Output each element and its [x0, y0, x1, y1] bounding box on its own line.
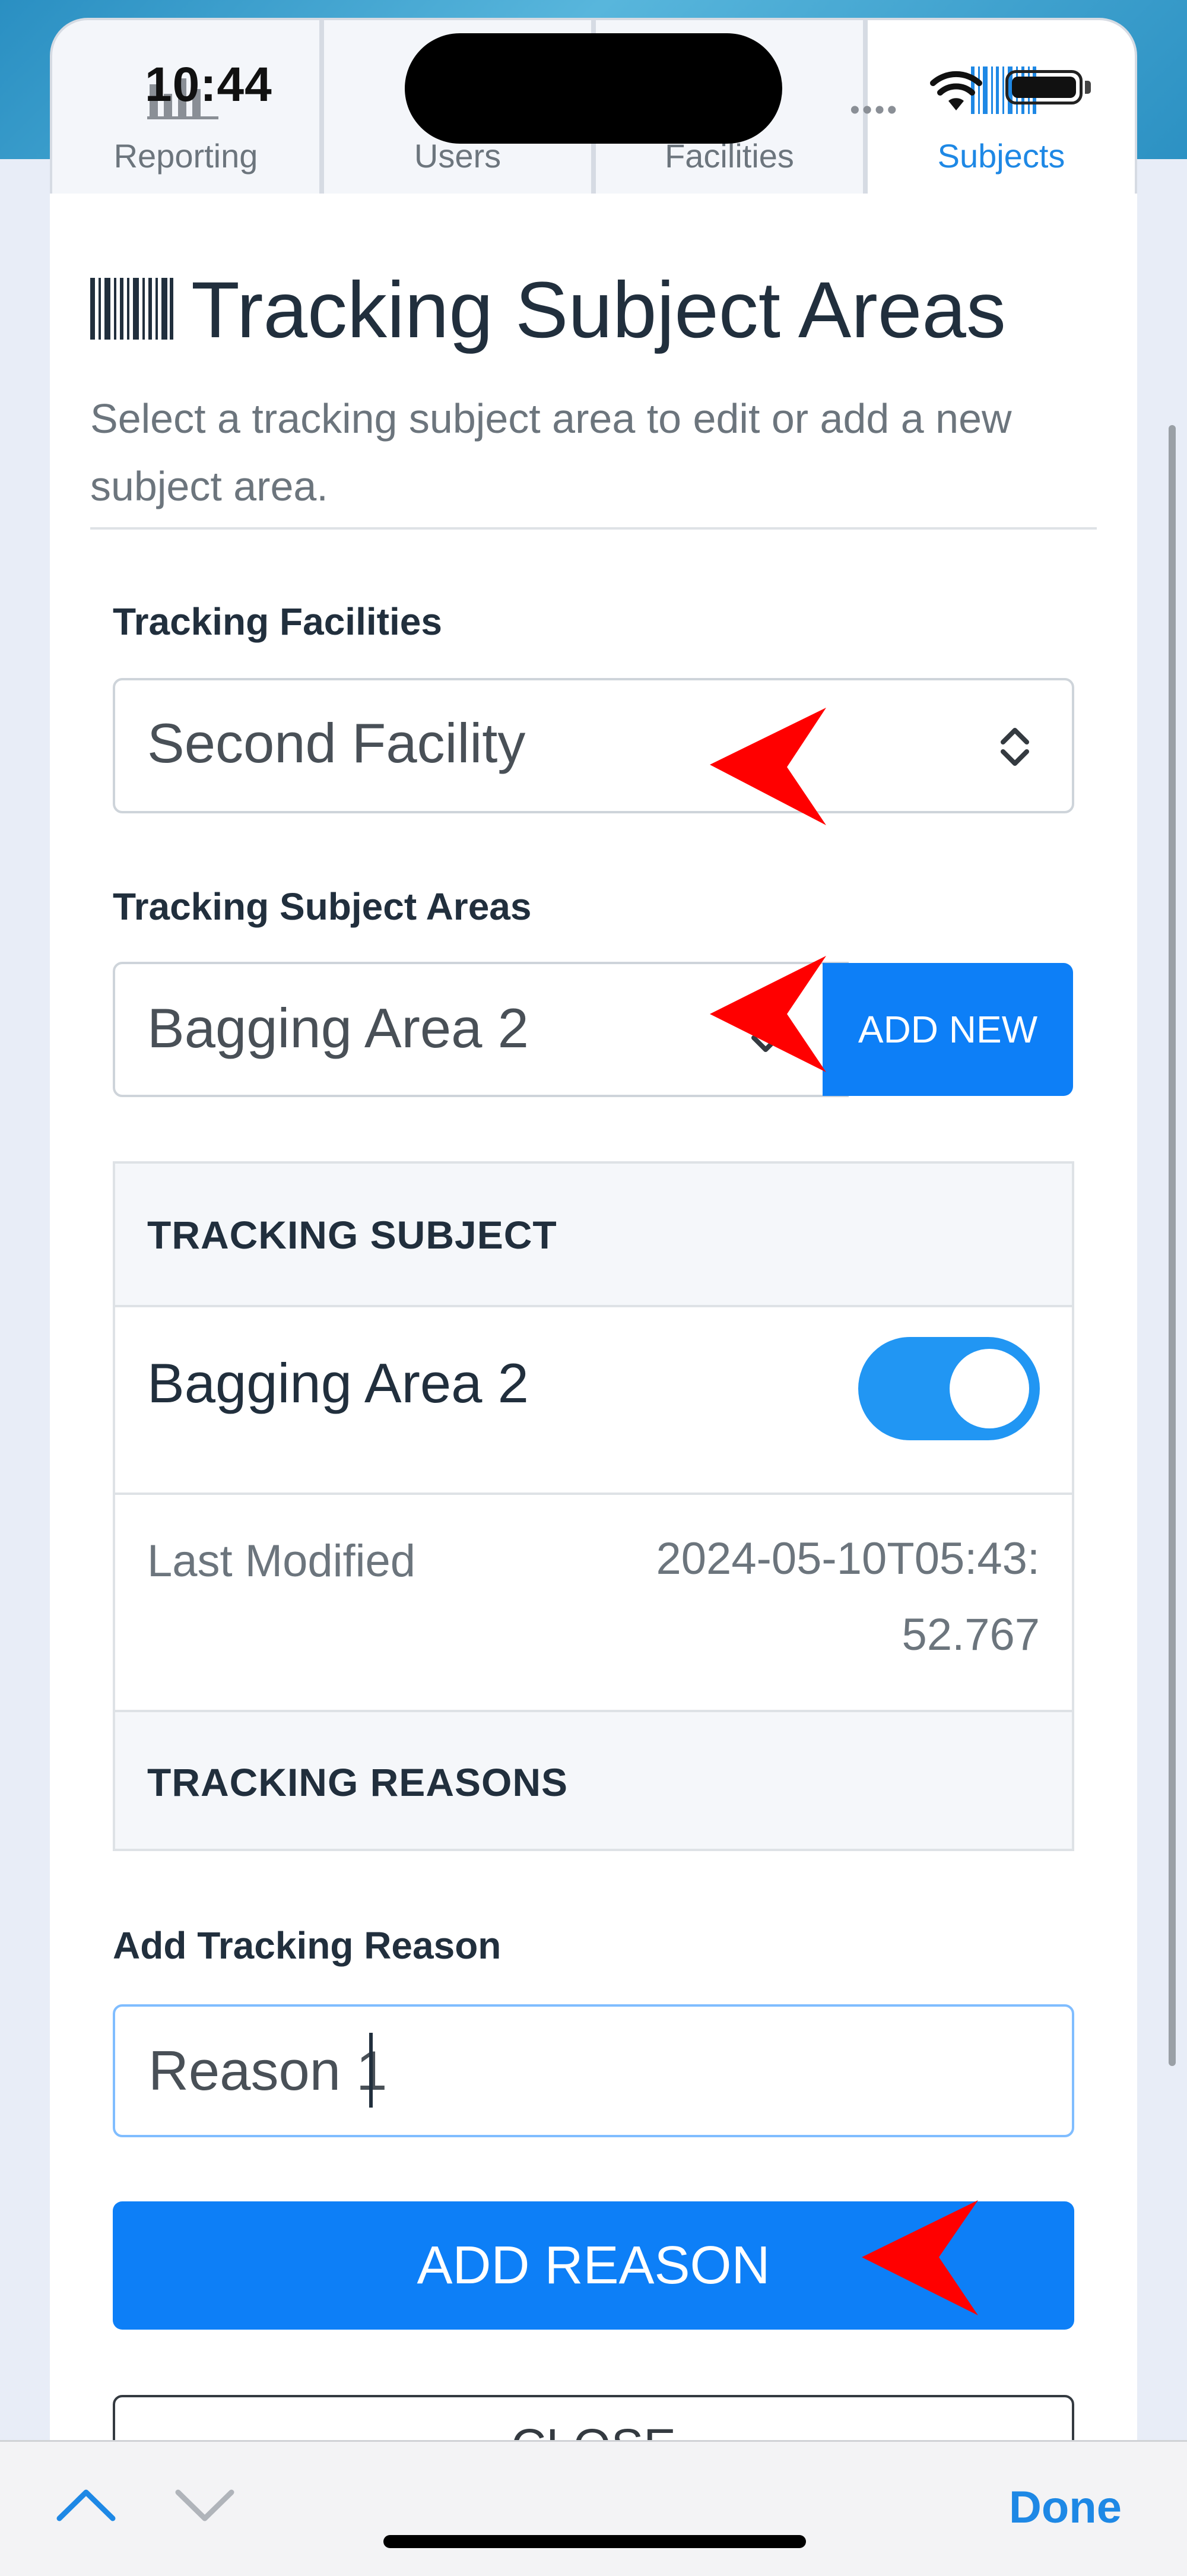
text-caret: [369, 2033, 373, 2108]
annotation-arrow-icon: [862, 2200, 978, 2315]
tracking-reason-input[interactable]: [113, 2004, 1074, 2137]
tracking-subject-header-label: TRACKING SUBJECT: [147, 1213, 557, 1257]
divider: [90, 527, 1097, 530]
last-modified-value: 2024-05-10T05:43:52.767: [656, 1533, 1040, 1660]
scrollbar[interactable]: [1169, 425, 1176, 2066]
done-button[interactable]: Done: [1009, 2482, 1122, 2533]
wifi-icon: [930, 71, 982, 110]
page-subtitle: Select a tracking subject area to edit o…: [90, 395, 1012, 509]
last-modified-label: Last Modified: [147, 1536, 416, 1586]
battery-icon: [1005, 70, 1083, 104]
add-new-button[interactable]: ADD NEW: [823, 963, 1073, 1096]
cellular-signal-icon: ••••: [850, 94, 900, 126]
barcode-icon: [90, 278, 173, 340]
add-reason-label: Add Tracking Reason: [113, 1924, 502, 1967]
tracking-subject-name: Bagging Area 2: [147, 1352, 529, 1414]
chevron-up-icon[interactable]: [53, 2482, 119, 2529]
toggle-knob: [950, 1349, 1029, 1428]
chevron-down-icon[interactable]: [172, 2482, 237, 2529]
facilities-label: Tracking Facilities: [113, 600, 442, 643]
annotation-arrow-icon: [710, 956, 826, 1072]
subject-areas-label: Tracking Subject Areas: [113, 885, 532, 928]
tracking-reasons-header-label: TRACKING REASONS: [147, 1760, 569, 1804]
battery-cap: [1085, 81, 1091, 94]
tab-label: Reporting: [113, 137, 258, 175]
page-title: Tracking Subject Areas: [191, 266, 1006, 354]
facilities-selected-value: Second Facility: [147, 712, 526, 774]
home-indicator: [383, 2535, 806, 2548]
status-time: 10:44: [145, 58, 272, 112]
subject-areas-selected-value: Bagging Area 2: [147, 997, 529, 1059]
annotation-arrow-icon: [710, 708, 826, 825]
select-chevron-icon: [1001, 728, 1029, 766]
tab-label: Subjects: [937, 137, 1065, 175]
dynamic-island: [405, 33, 782, 144]
